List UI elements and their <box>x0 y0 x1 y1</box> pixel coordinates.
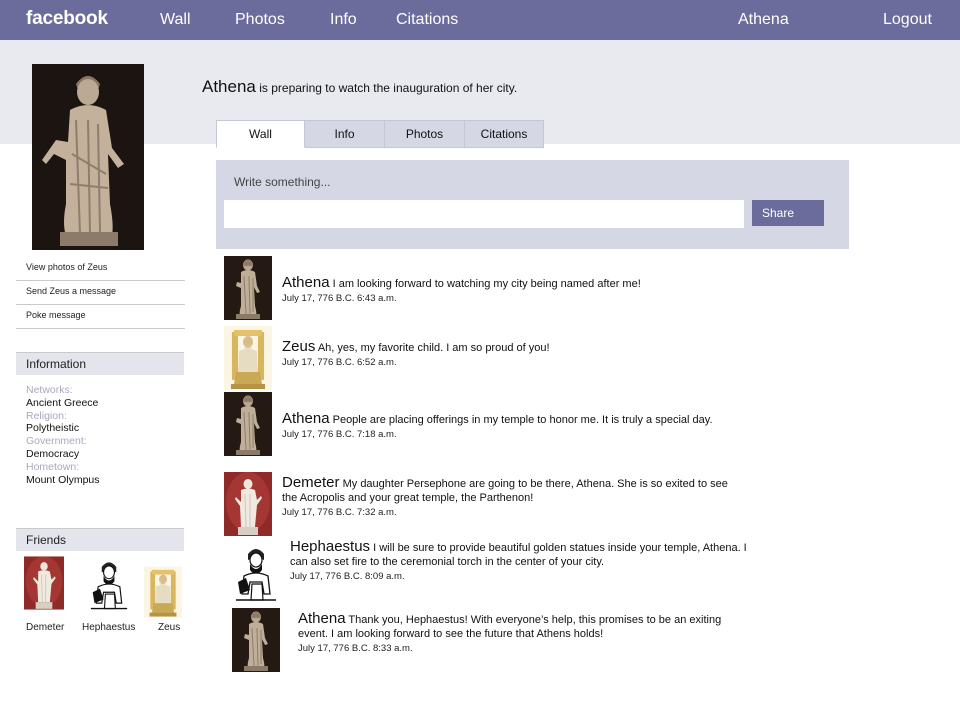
athena-avatar[interactable] <box>232 608 280 672</box>
hephaestus-avatar[interactable] <box>232 542 280 606</box>
athena-avatar[interactable] <box>224 392 272 456</box>
post-text: My daughter Persephone are going to be t… <box>282 478 728 504</box>
networks-label: Networks: <box>26 384 73 396</box>
demeter-avatar[interactable] <box>224 472 272 536</box>
post-author[interactable]: Athena <box>298 610 346 627</box>
hephaestus-avatar <box>86 556 132 614</box>
wall-post: Athena I am looking forward to watching … <box>224 256 744 320</box>
friend-name: Demeter <box>26 622 65 633</box>
wall-post: Demeter My daughter Persephone are going… <box>224 472 744 536</box>
post-timestamp: July 17, 776 B.C. 7:32 a.m. <box>282 507 397 518</box>
post-text: Thank you, Hephaestus! With everyone’s h… <box>298 614 722 640</box>
profile-name: Athena <box>202 77 256 96</box>
profile-picture[interactable] <box>32 64 144 250</box>
post-author[interactable]: Demeter <box>282 474 340 491</box>
profile-actions: View photos of Zeus Send Zeus a message … <box>16 257 185 329</box>
tab-info[interactable]: Info <box>305 120 385 148</box>
profile-status: Athena is preparing to watch the inaugur… <box>202 77 517 97</box>
post-author[interactable]: Athena <box>282 274 330 291</box>
status-text: is preparing to watch the inauguration o… <box>259 81 518 95</box>
post-timestamp: July 17, 776 B.C. 7:18 a.m. <box>282 429 397 440</box>
nav-user-profile[interactable]: Athena <box>738 11 789 29</box>
post-author[interactable]: Athena <box>282 410 330 427</box>
nav-info[interactable]: Info <box>330 11 357 29</box>
friend-name: Zeus <box>158 622 181 633</box>
post-timestamp: July 17, 776 B.C. 6:43 a.m. <box>282 293 397 304</box>
zeus-avatar[interactable] <box>224 326 272 390</box>
hometown-label: Hometown: <box>26 460 80 473</box>
zeus-avatar <box>144 566 182 618</box>
networks-value[interactable]: Ancient Greece <box>26 397 186 410</box>
government-value: Democracy <box>26 447 80 460</box>
information-list: Networks: Ancient Greece Religion: Polyt… <box>26 384 186 486</box>
publisher-prompt: Write something... <box>234 175 331 189</box>
hometown-value[interactable]: Mount Olympus <box>26 474 186 487</box>
demeter-avatar <box>24 556 64 610</box>
religion-value: Polytheistic <box>26 422 80 435</box>
post-author[interactable]: Zeus <box>282 338 315 355</box>
government-label: Government: <box>26 435 87 448</box>
logout-link[interactable]: Logout <box>883 11 932 29</box>
post-text: People are placing offerings in my templ… <box>332 414 713 426</box>
tab-wall[interactable]: Wall <box>216 120 305 148</box>
nav-citations[interactable]: Citations <box>396 11 458 29</box>
wall-post: Athena People are placing offerings in m… <box>224 392 744 458</box>
post-timestamp: July 17, 776 B.C. 6:52 a.m. <box>282 357 397 368</box>
nav-photos[interactable]: Photos <box>235 11 285 29</box>
post-timestamp: July 17, 776 B.C. 8:09 a.m. <box>290 571 405 582</box>
view-photos-link[interactable]: View photos of Zeus <box>16 257 185 281</box>
tab-citations[interactable]: Citations <box>465 120 544 148</box>
share-button[interactable]: Share <box>752 200 824 226</box>
wall-post-input[interactable] <box>224 200 744 228</box>
profile-tabs: Wall Info Photos Citations <box>216 120 544 148</box>
friends-list: Demeter Hephaestus Zeus <box>18 556 188 636</box>
athena-statue-image <box>32 64 144 250</box>
friends-header: Friends <box>16 528 184 551</box>
information-header: Information <box>16 352 184 375</box>
religion-label: Religion: <box>26 409 67 422</box>
post-text: Ah, yes, my favorite child. I am so prou… <box>317 342 550 354</box>
wall-publisher: Write something... Share <box>216 160 849 249</box>
post-timestamp: July 17, 776 B.C. 8:33 a.m. <box>298 643 413 654</box>
tab-photos[interactable]: Photos <box>385 120 465 148</box>
top-navigation-bar: facebook Wall Photos Info Citations Athe… <box>0 0 960 40</box>
wall-post: Hephaestus I will be sure to provide bea… <box>232 538 752 606</box>
nav-wall[interactable]: Wall <box>160 11 191 29</box>
wall-post: Athena Thank you, Hephaestus! With every… <box>232 608 752 672</box>
wall-post: Zeus Ah, yes, my favorite child. I am so… <box>224 326 744 390</box>
facebook-logo[interactable]: facebook <box>26 8 108 30</box>
friend-name: Hephaestus <box>82 622 136 633</box>
poke-link[interactable]: Poke message <box>16 305 185 329</box>
post-author[interactable]: Hephaestus <box>290 538 370 555</box>
athena-avatar[interactable] <box>224 256 272 320</box>
post-text: I am looking forward to watching my city… <box>332 278 641 290</box>
send-message-link[interactable]: Send Zeus a message <box>16 281 185 305</box>
